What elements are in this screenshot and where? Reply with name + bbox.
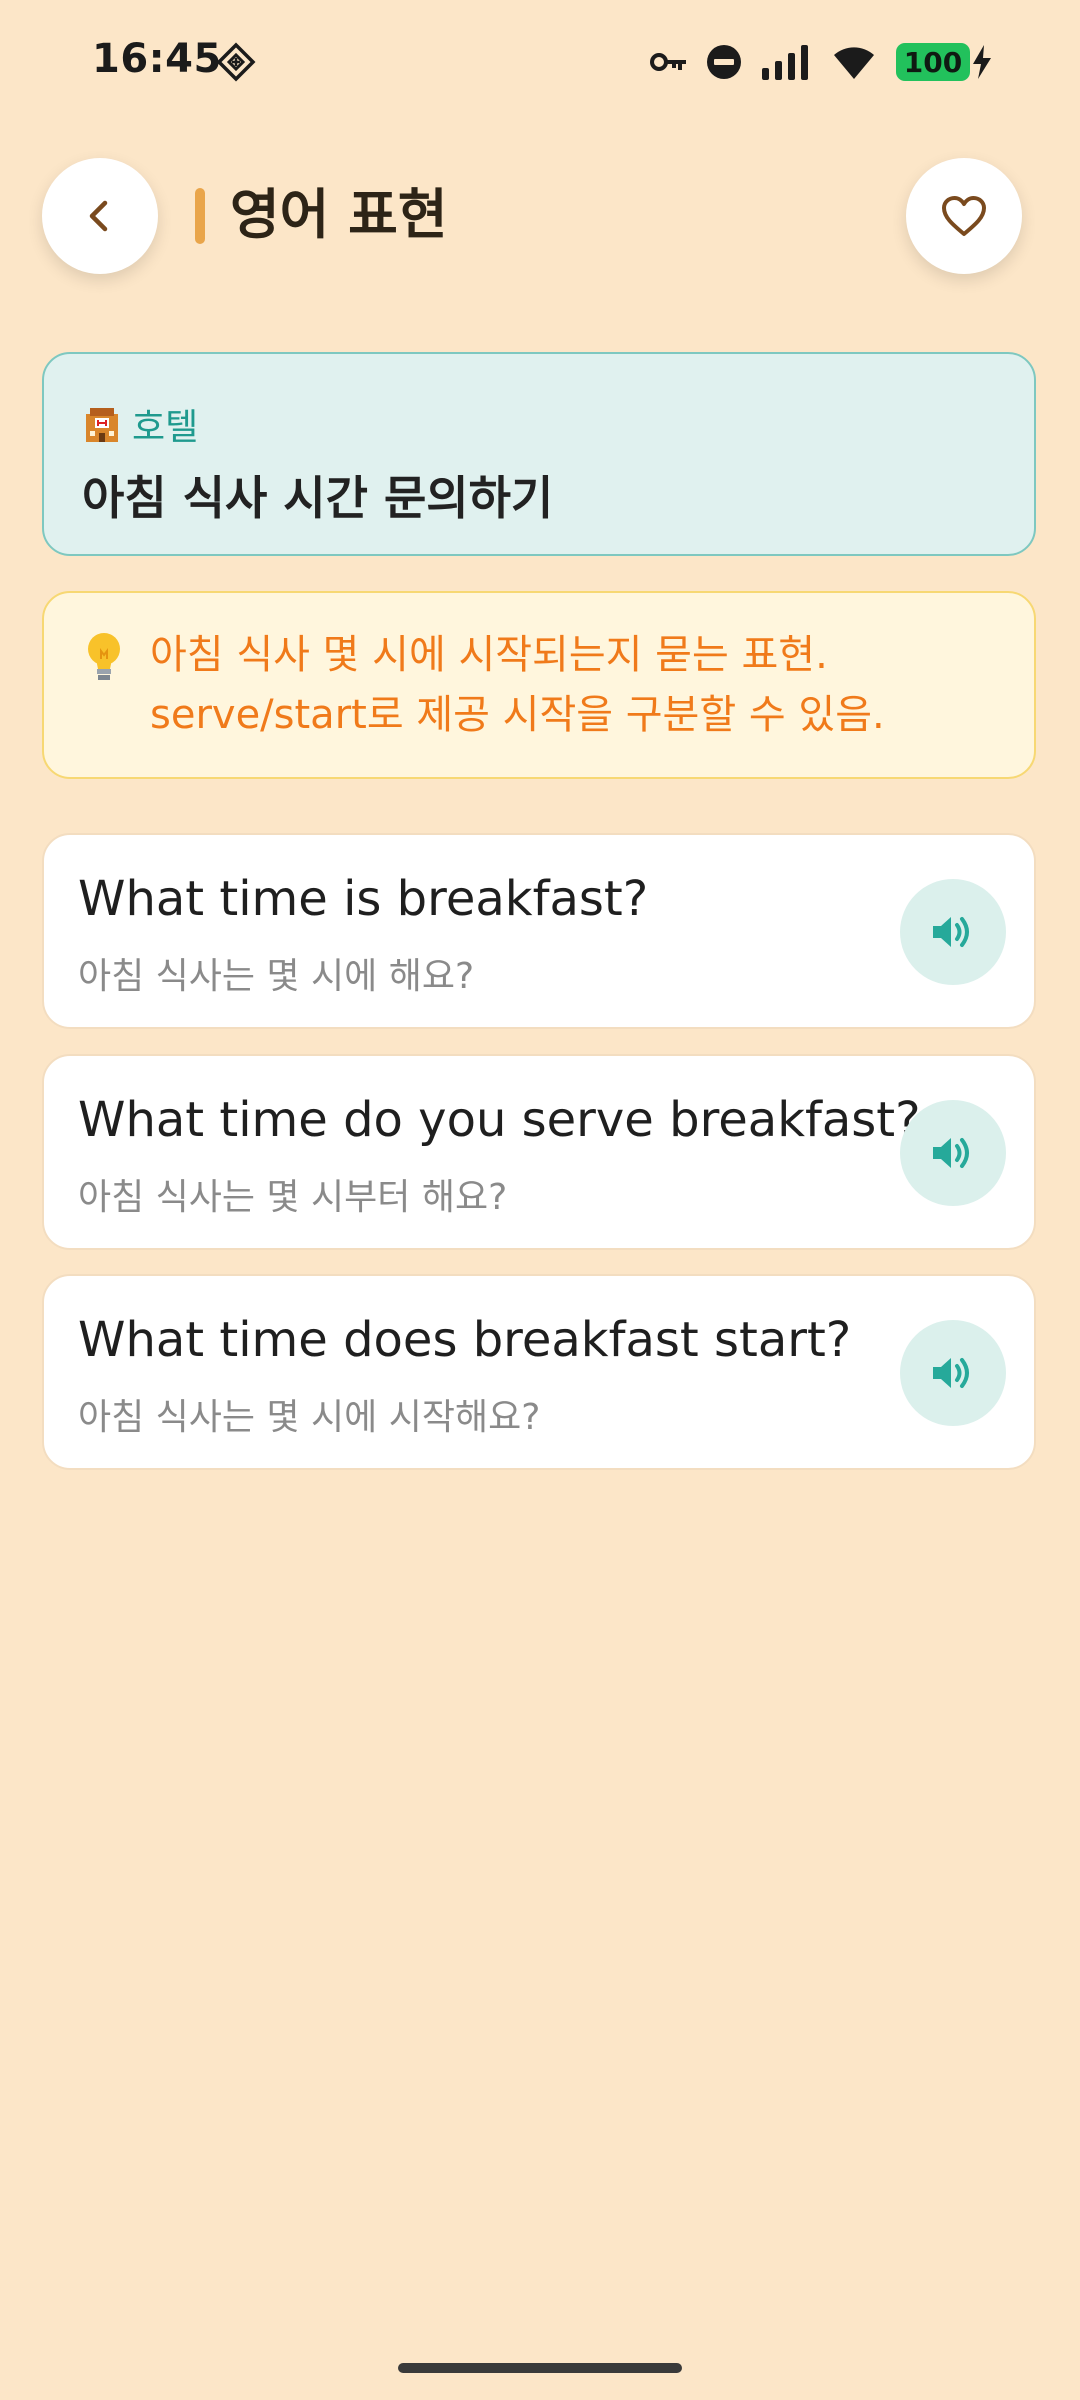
battery-level: 100: [903, 45, 963, 79]
speaker-icon: [933, 917, 969, 947]
category-name: 호텔: [132, 407, 199, 448]
back-button[interactable]: [42, 158, 158, 274]
chevron-left-icon: [89, 200, 108, 232]
scenario-card: 호텔 아침 식사 시간 문의하기: [42, 352, 1036, 556]
phrase-korean: 아침 식사는 몇 시부터 해요?: [78, 1177, 508, 1218]
hotel-icon: [86, 408, 118, 442]
tip-card: 아침 식사 몇 시에 시작되는지 묻는 표현. serve/start로 제공 …: [42, 591, 1036, 779]
phrase-card[interactable]: What time is breakfast? 아침 식사는 몇 시에 해요?: [42, 833, 1036, 1029]
phrase-english: What time does breakfast start?: [78, 1312, 852, 1368]
phrase-korean: 아침 식사는 몇 시에 시작해요?: [78, 1397, 541, 1438]
do-not-disturb-icon: [707, 45, 741, 79]
location-diamond-icon: [216, 42, 256, 82]
home-indicator[interactable]: [398, 2363, 682, 2373]
wifi-icon: [834, 47, 874, 79]
lightbulb-icon: [88, 633, 120, 680]
speaker-icon: [933, 1358, 969, 1388]
speak-button[interactable]: [900, 1320, 1006, 1426]
status-bar: 16:45 100: [0, 0, 1080, 120]
speak-button[interactable]: [900, 879, 1006, 985]
phrase-korean: 아침 식사는 몇 시에 해요?: [78, 956, 475, 997]
heart-icon: [942, 196, 986, 236]
category-row: 호텔: [82, 398, 198, 450]
charging-bolt-icon: [973, 45, 991, 79]
scenario-title: 아침 식사 시간 문의하기: [82, 471, 554, 525]
phrase-card[interactable]: What time does breakfast start? 아침 식사는 몇…: [42, 1274, 1036, 1470]
tip-text: 아침 식사 몇 시에 시작되는지 묻는 표현. serve/start로 제공 …: [150, 632, 885, 738]
speak-button[interactable]: [900, 1100, 1006, 1206]
speaker-icon: [933, 1138, 969, 1168]
phrase-card[interactable]: What time do you serve breakfast? 아침 식사는…: [42, 1054, 1036, 1250]
favorite-button[interactable]: [906, 158, 1022, 274]
phrase-english: What time is breakfast?: [78, 871, 649, 927]
page-title: 영어 표현: [230, 183, 448, 246]
phrase-english: What time do you serve breakfast?: [78, 1092, 921, 1148]
title-accent-bar: [195, 188, 205, 244]
status-time: 16:45: [92, 36, 222, 82]
vpn-key-icon: [650, 53, 686, 71]
battery-icon: 100: [896, 43, 970, 81]
signal-icon: [762, 45, 808, 80]
